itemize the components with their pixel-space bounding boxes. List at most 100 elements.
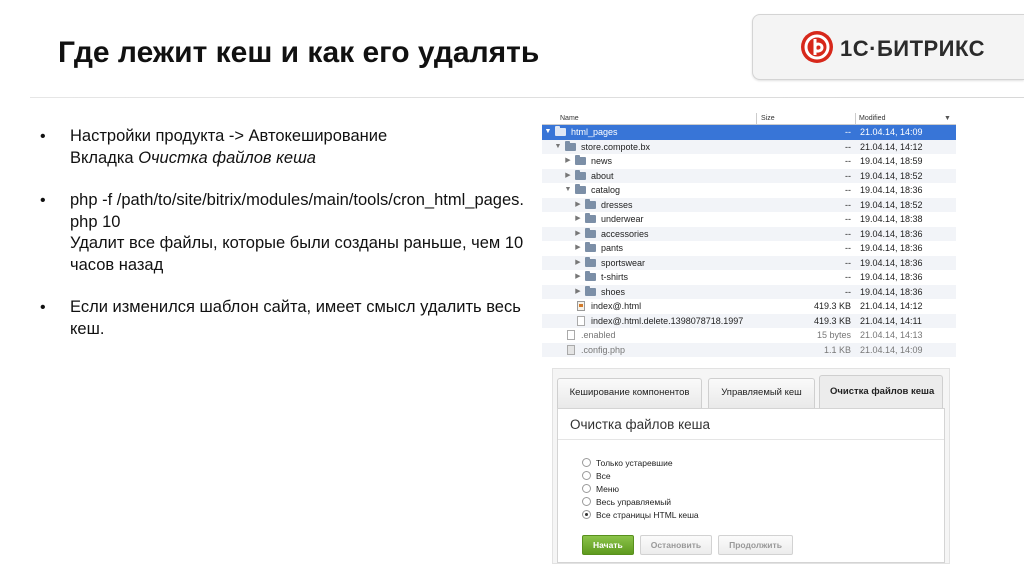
disclosure-closed-icon[interactable]: ▶ [574, 285, 582, 300]
disclosure-closed-icon[interactable]: ▶ [574, 227, 582, 242]
option-all-managed[interactable]: Весь управляемый [582, 495, 699, 508]
file-name: dresses [601, 199, 633, 210]
bullet-item: Настройки продукта -> Автокеширование Вк… [40, 126, 530, 169]
file-size: -- [845, 272, 851, 282]
folder-icon [555, 126, 566, 137]
file-row[interactable]: ▼ catalog -- 19.04.14, 18:36 [542, 183, 956, 198]
file-row[interactable]: index@.html 419.3 KB 21.04.14, 14:12 [542, 299, 956, 314]
stop-button[interactable]: Остановить [639, 535, 713, 555]
disclosure-closed-icon[interactable]: ▶ [574, 198, 582, 213]
folder-icon [575, 169, 586, 180]
section-title: Очистка файлов кеша [570, 417, 710, 432]
option-label: Все [596, 470, 611, 481]
column-header-size[interactable]: Size [761, 115, 775, 122]
option-label: Меню [596, 483, 619, 494]
radio-button[interactable] [582, 458, 591, 467]
bullet-text: Если изменился шаблон сайта, имеет смысл… [70, 298, 521, 338]
file-name: sportswear [601, 257, 646, 268]
file-row[interactable]: ▼ html_pages -- 21.04.14, 14:09 [542, 125, 956, 140]
file-row[interactable]: ▶ underwear -- 19.04.14, 18:38 [542, 212, 956, 227]
disclosure-closed-icon[interactable]: ▶ [574, 212, 582, 227]
file-modified: 21.04.14, 14:12 [860, 301, 923, 311]
disclosure-open-icon[interactable]: ▼ [544, 125, 552, 140]
logo-wordmark: 1С·БИТРИКС [840, 36, 986, 61]
file-row[interactable]: ▶ news -- 19.04.14, 18:59 [542, 154, 956, 169]
file-row[interactable]: ▼ store.compote.bx -- 21.04.14, 14:12 [542, 139, 956, 155]
bullet-item: php -f /path/to/site/bitrix/modules/main… [40, 190, 530, 276]
file-row[interactable]: .enabled 15 bytes 21.04.14, 14:13 [542, 328, 956, 343]
file-row[interactable]: .config.php 1.1 KB 21.04.14, 14:09 [542, 342, 956, 357]
file-name: .enabled [581, 330, 616, 340]
option-all[interactable]: Все [582, 469, 699, 482]
title-divider [30, 97, 1024, 98]
file-name: news [591, 156, 613, 166]
radio-button-selected[interactable] [582, 510, 591, 519]
bullet-text: Удалит все файлы, которые были созданы р… [70, 234, 524, 274]
php-file-icon [567, 344, 575, 355]
file-row[interactable]: ▶ pants -- 19.04.14, 18:36 [542, 241, 956, 256]
start-button[interactable]: Начать [582, 535, 634, 555]
file-modified: 19.04.14, 18:36 [860, 228, 923, 239]
file-modified: 19.04.14, 18:52 [860, 199, 923, 210]
option-label: Весь управляемый [596, 496, 672, 507]
option-label: Все страницы HTML кеша [596, 509, 699, 520]
radio-button[interactable] [582, 497, 591, 506]
file-modified: 21.04.14, 14:09 [860, 344, 923, 355]
continue-button[interactable]: Продолжить [718, 535, 793, 555]
option-menu[interactable]: Меню [582, 482, 699, 495]
file-size: -- [845, 156, 851, 166]
cache-settings-panel: Кеширование компонентов Управляемый кеш … [552, 368, 950, 564]
file-name: underwear [601, 214, 644, 224]
disclosure-closed-icon[interactable]: ▶ [574, 256, 582, 271]
disclosure-closed-icon[interactable]: ▶ [564, 169, 572, 184]
file-modified: 19.04.14, 18:36 [860, 257, 923, 268]
column-divider [756, 113, 757, 124]
bullet-text: Настройки продукта -> Автокеширование [70, 127, 388, 145]
file-browser-header: Name Size Modified ▼ [542, 112, 956, 125]
file-row[interactable]: ▶ shoes -- 19.04.14, 18:36 [542, 284, 956, 300]
tab-component-cache[interactable]: Кеширование компонентов [557, 378, 702, 408]
file-size: -- [845, 199, 851, 210]
section-divider [558, 439, 944, 440]
file-row[interactable]: ▶ sportswear -- 19.04.14, 18:36 [542, 255, 956, 271]
file-row[interactable]: ▶ dresses -- 19.04.14, 18:52 [542, 197, 956, 213]
sort-arrow-icon[interactable]: ▼ [944, 115, 951, 122]
option-expired-only[interactable]: Только устаревшие [582, 456, 699, 469]
disclosure-closed-icon[interactable]: ▶ [574, 241, 582, 256]
file-row[interactable]: ▶ about -- 19.04.14, 18:52 [542, 168, 956, 184]
radio-button[interactable] [582, 471, 591, 480]
action-buttons: Начать Остановить Продолжить [582, 535, 793, 555]
file-size: 15 bytes [816, 330, 851, 340]
file-modified: 21.04.14, 14:13 [860, 330, 923, 340]
option-all-html-cache[interactable]: Все страницы HTML кеша [582, 508, 699, 521]
bullet-item: Если изменился шаблон сайта, имеет смысл… [40, 297, 530, 340]
file-modified: 19.04.14, 18:36 [860, 185, 923, 195]
tab-clear-cache-files[interactable]: Очистка файлов кеша [819, 375, 943, 409]
file-name: index@.html [591, 301, 642, 311]
file-size: -- [845, 170, 851, 181]
disclosure-open-icon[interactable]: ▼ [564, 183, 572, 198]
folder-icon [575, 155, 586, 166]
file-modified: 19.04.14, 18:36 [860, 243, 923, 253]
disclosure-open-icon[interactable]: ▼ [554, 140, 562, 155]
tab-managed-cache[interactable]: Управляемый кеш [708, 378, 815, 408]
file-browser: Name Size Modified ▼ ▼ html_pages -- 21.0… [542, 112, 956, 357]
file-row[interactable]: index@.html.delete.1398078718.1997 419.3… [542, 313, 956, 328]
file-size: 1.1 KB [823, 344, 851, 355]
bullet-text: Вкладка Очистка файлов кеша [70, 148, 530, 170]
bitrix-logo-icon [801, 31, 833, 63]
file-name: html_pages [571, 127, 618, 137]
disclosure-closed-icon[interactable]: ▶ [564, 154, 572, 169]
file-size: -- [845, 286, 851, 297]
file-row[interactable]: ▶ accessories -- 19.04.14, 18:36 [542, 226, 956, 242]
bullet-list: Настройки продукта -> Автокеширование Вк… [40, 126, 530, 340]
folder-icon [565, 140, 576, 151]
file-modified: 21.04.14, 14:09 [860, 127, 923, 137]
column-header-name[interactable]: Name [560, 115, 579, 122]
disclosure-closed-icon[interactable]: ▶ [574, 270, 582, 285]
column-header-modified[interactable]: Modified [859, 115, 885, 122]
radio-button[interactable] [582, 484, 591, 493]
file-modified: 21.04.14, 14:12 [860, 141, 923, 152]
file-size: -- [845, 243, 851, 253]
file-row[interactable]: ▶ t-shirts -- 19.04.14, 18:36 [542, 270, 956, 285]
